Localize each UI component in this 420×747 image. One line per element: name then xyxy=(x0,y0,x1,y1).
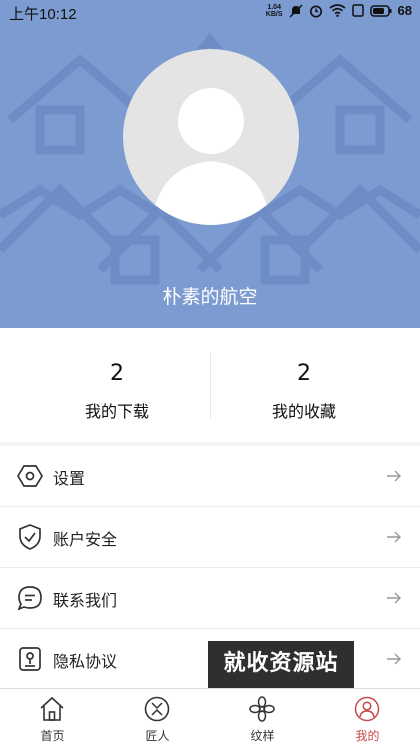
tab-label-patterns: 纹样 xyxy=(250,729,275,743)
user-icon xyxy=(354,696,380,722)
tab-patterns[interactable]: 纹样 xyxy=(210,689,315,747)
network-speed-unit: KB/S xyxy=(265,10,283,18)
menu-item-contact-us[interactable]: 联系我们 xyxy=(0,568,420,629)
bottom-tab-bar: 首页 匠人 纹样 我的 xyxy=(0,688,420,747)
watermark-badge: 就收资源站 xyxy=(208,641,354,689)
tab-label-craftsman: 匠人 xyxy=(145,729,170,743)
network-speed-value: 1.04 xyxy=(267,3,281,11)
profile-header: 上午10:12 1.04 KB/S 68 朴素的航空 xyxy=(0,0,420,328)
tab-mine[interactable]: 我的 xyxy=(315,689,420,747)
alarm-icon xyxy=(309,5,322,17)
downloads-label: 我的下载 xyxy=(84,402,149,421)
favorites-count: 2 xyxy=(297,361,311,386)
shield-check-icon xyxy=(19,524,41,550)
menu-item-account-security[interactable]: 账户安全 xyxy=(0,507,420,568)
menu-item-settings[interactable]: 设置 xyxy=(0,446,420,507)
mute-bell-icon xyxy=(289,3,303,18)
tab-home[interactable]: 首页 xyxy=(0,689,105,747)
status-icons: 1.04 KB/S 68 xyxy=(266,3,412,18)
menu-label-privacy: 隐私协议 xyxy=(53,652,118,671)
username: 朴素的航空 xyxy=(162,286,258,308)
arrow-right-icon xyxy=(387,653,401,665)
arrow-right-icon xyxy=(387,531,401,543)
battery-icon xyxy=(369,4,392,17)
downloads-count: 2 xyxy=(110,361,124,386)
home-icon xyxy=(40,696,64,721)
settings-hexagon-icon xyxy=(17,465,43,487)
wifi-icon xyxy=(329,4,346,17)
downloads-stat[interactable]: 2 我的下载 xyxy=(12,328,222,442)
tab-label-home: 首页 xyxy=(40,729,65,743)
battery-level: 68 xyxy=(397,3,412,18)
arrow-right-icon xyxy=(387,470,401,482)
menu-label-contact-us: 联系我们 xyxy=(53,591,118,610)
menu-label-account-security: 账户安全 xyxy=(53,530,118,549)
privacy-document-icon xyxy=(19,647,41,671)
default-user-icon xyxy=(151,88,271,225)
favorites-label: 我的收藏 xyxy=(271,402,336,421)
arrow-right-icon xyxy=(387,592,401,604)
status-bar: 上午10:12 1.04 KB/S 68 xyxy=(0,0,420,24)
stats-panel: 2 我的下载 2 我的收藏 xyxy=(0,328,420,442)
flower-pattern-icon xyxy=(249,696,275,722)
favorites-stat[interactable]: 2 我的收藏 xyxy=(199,328,409,442)
sim-icon xyxy=(351,4,364,17)
tab-label-mine: 我的 xyxy=(355,729,380,743)
network-speed: 1.04 KB/S xyxy=(266,4,283,18)
menu-label-settings: 设置 xyxy=(53,469,86,488)
avatar[interactable] xyxy=(123,49,299,225)
tab-craftsman[interactable]: 匠人 xyxy=(105,689,210,747)
craftsman-icon xyxy=(144,696,170,722)
chat-bubble-icon xyxy=(17,586,42,611)
status-time: 上午10:12 xyxy=(9,6,77,23)
